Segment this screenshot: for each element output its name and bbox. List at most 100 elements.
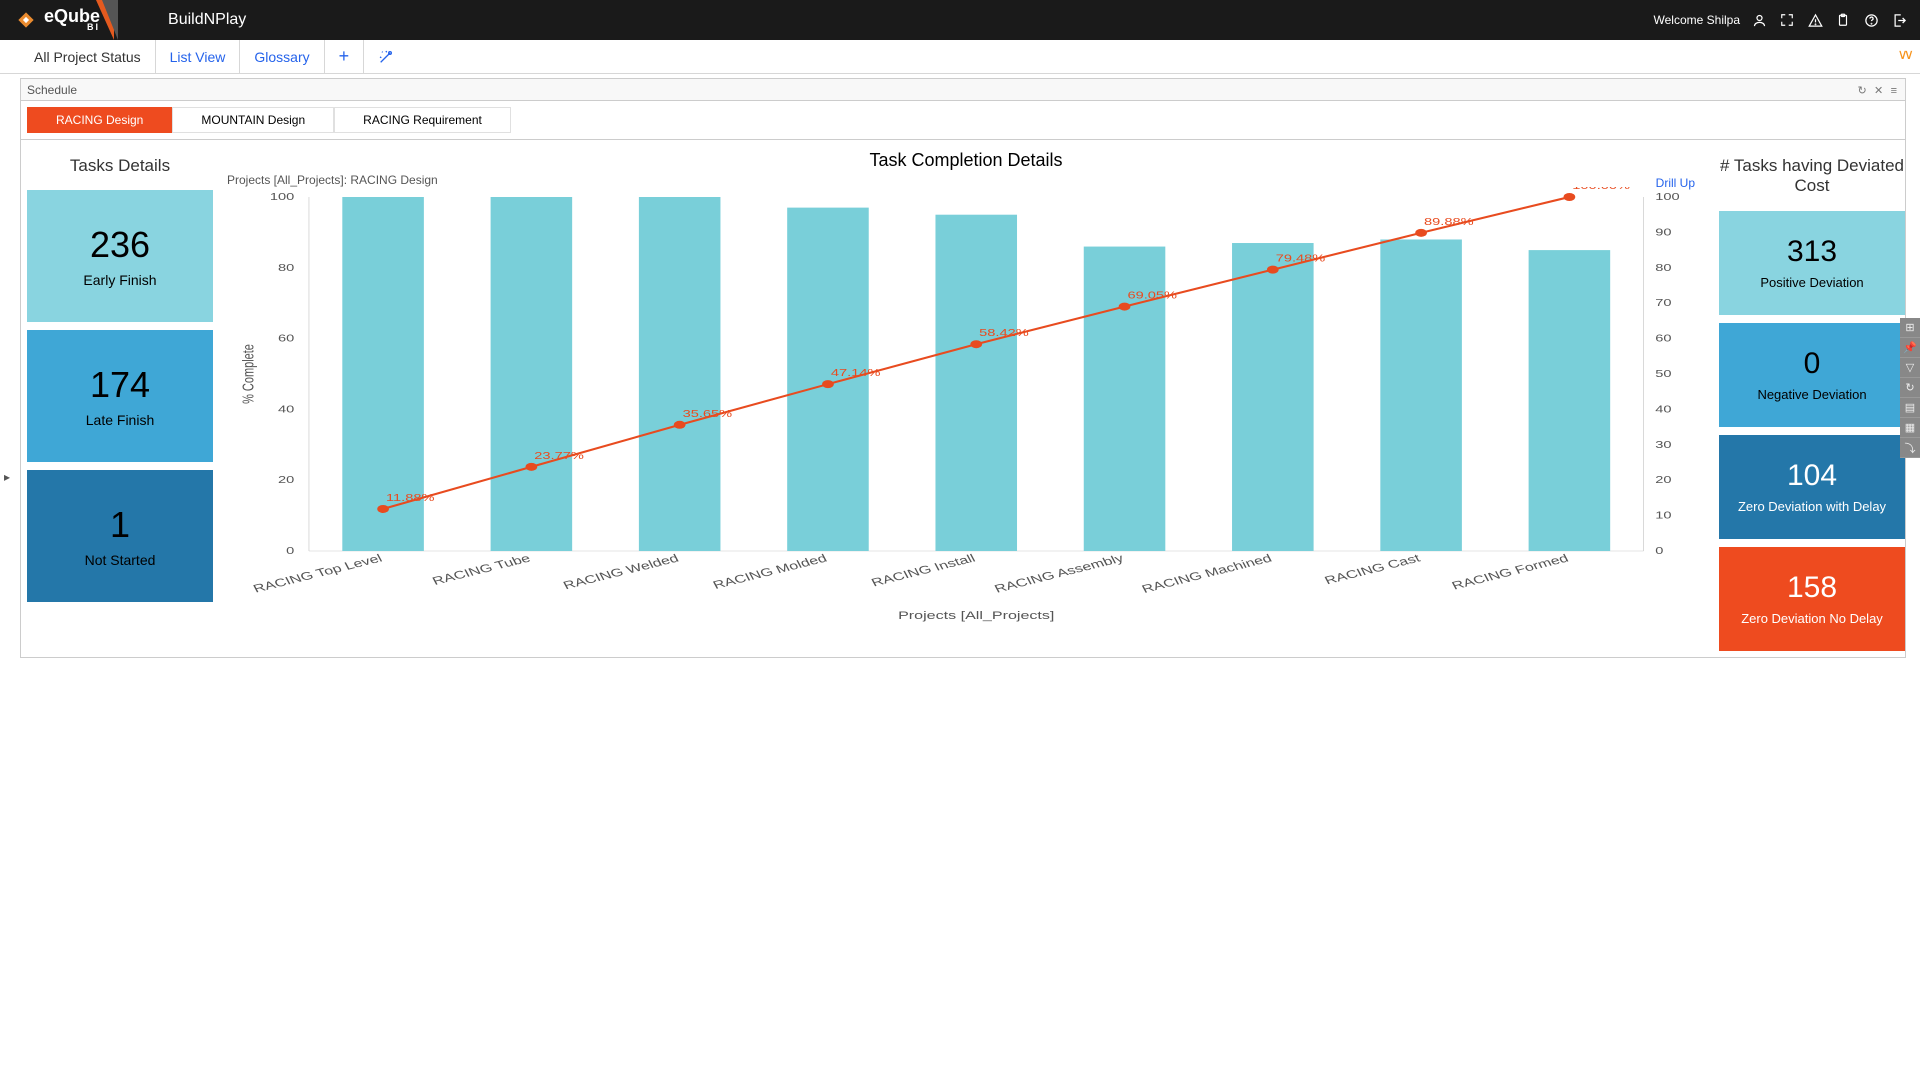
kpi-value: 0 <box>1804 347 1821 381</box>
welcome-text: Welcome Shilpa <box>1654 13 1740 27</box>
deviated-cost-column: # Tasks having Deviated Cost 313 Positiv… <box>1719 146 1905 651</box>
kpi-value: 158 <box>1787 571 1837 605</box>
svg-text:RACING Cast: RACING Cast <box>1322 552 1422 587</box>
tasks-details-title: Tasks Details <box>27 146 213 182</box>
kpi-value: 104 <box>1787 459 1837 493</box>
menu-icon[interactable]: ≡ <box>1891 85 1897 97</box>
kpi-label: Positive Deviation <box>1760 275 1863 290</box>
content-row: Tasks Details 236 Early Finish 174 Late … <box>21 140 1905 657</box>
logout-icon[interactable] <box>1890 11 1908 29</box>
logo-text: eQube BI <box>44 9 100 31</box>
kpi-value: 236 <box>90 224 150 266</box>
kpi-early-finish[interactable]: 236 Early Finish <box>27 190 213 322</box>
kpi-label: Late Finish <box>86 412 154 428</box>
svg-text:30: 30 <box>1655 439 1671 450</box>
header-triangle-grey <box>102 0 118 40</box>
pill-racing-design[interactable]: RACING Design <box>27 107 172 133</box>
alert-icon[interactable] <box>1806 11 1824 29</box>
side-pin-icon[interactable]: 📌 <box>1900 338 1920 358</box>
svg-text:% Complete: % Complete <box>239 344 257 404</box>
close-icon[interactable]: ✕ <box>1874 85 1883 97</box>
svg-text:100.00%: 100.00% <box>1572 187 1630 191</box>
svg-text:RACING Welded: RACING Welded <box>561 552 681 592</box>
task-completion-panel: Task Completion Details Projects [All_Pr… <box>219 146 1713 651</box>
svg-text:50: 50 <box>1655 368 1671 379</box>
kpi-positive-deviation[interactable]: 313 Positive Deviation <box>1719 211 1905 315</box>
chart-subtitle: Projects [All_Projects]: RACING Design <box>227 173 1705 187</box>
kpi-zero-deviation-no-delay[interactable]: 158 Zero Deviation No Delay <box>1719 547 1905 651</box>
clipboard-icon[interactable] <box>1834 11 1852 29</box>
app-name: BuildNPlay <box>168 11 246 29</box>
logo: eQube BI <box>12 6 100 34</box>
panel-tool-icons: ↻ ✕ ≡ <box>1855 83 1899 97</box>
kpi-negative-deviation[interactable]: 0 Negative Deviation <box>1719 323 1905 427</box>
side-filter-icon[interactable]: ▽ <box>1900 358 1920 378</box>
svg-text:23.77%: 23.77% <box>534 450 584 461</box>
svg-text:RACING Assembly: RACING Assembly <box>992 552 1126 595</box>
svg-text:89.88%: 89.88% <box>1424 216 1474 227</box>
chart-svg: 0204060801000102030405060708090100% Comp… <box>227 187 1705 625</box>
pill-mountain-design[interactable]: MOUNTAIN Design <box>172 107 334 133</box>
svg-text:70: 70 <box>1655 297 1671 308</box>
refresh-icon[interactable]: ↻ <box>1857 85 1866 97</box>
tab-add[interactable]: + <box>325 40 365 74</box>
kpi-label: Early Finish <box>83 272 156 288</box>
svg-text:0: 0 <box>1655 545 1663 556</box>
svg-text:RACING Top Level: RACING Top Level <box>251 552 384 595</box>
side-toolbar: ⊞ 📌 ▽ ↻ ▤ ▦ ⤵ <box>1900 318 1920 458</box>
svg-text:100: 100 <box>1655 191 1679 202</box>
svg-text:100: 100 <box>270 191 294 202</box>
user-icon[interactable] <box>1750 11 1768 29</box>
kpi-label: Zero Deviation No Delay <box>1741 611 1883 626</box>
tabstrip: All Project Status List View Glossary + … <box>0 40 1920 74</box>
svg-text:80: 80 <box>1655 262 1671 273</box>
svg-text:60: 60 <box>1655 333 1671 344</box>
svg-text:60: 60 <box>278 333 294 344</box>
design-pill-row: RACING Design MOUNTAIN Design RACING Req… <box>21 101 1905 140</box>
tab-wand-icon[interactable] <box>364 40 408 74</box>
kpi-zero-deviation-delay[interactable]: 104 Zero Deviation with Delay <box>1719 435 1905 539</box>
kpi-label: Not Started <box>85 552 156 568</box>
side-refresh-icon[interactable]: ↻ <box>1900 378 1920 398</box>
svg-text:RACING Tube: RACING Tube <box>430 552 533 587</box>
chart-canvas: 0204060801000102030405060708090100% Comp… <box>227 187 1705 625</box>
svg-text:RACING Machined: RACING Machined <box>1140 552 1274 595</box>
collapse-chevron-icon[interactable]: ∨∨ <box>1898 46 1911 63</box>
svg-text:11.88%: 11.88% <box>386 492 434 503</box>
svg-text:79.48%: 79.48% <box>1276 253 1326 264</box>
svg-text:47.14%: 47.14% <box>831 367 881 378</box>
dashboard-panel: Schedule ↻ ✕ ≡ RACING Design MOUNTAIN De… <box>20 78 1906 658</box>
tab-list-view[interactable]: List View <box>156 40 241 74</box>
fullscreen-icon[interactable] <box>1778 11 1796 29</box>
schedule-title: Schedule <box>27 83 77 97</box>
svg-text:RACING Molded: RACING Molded <box>711 552 829 591</box>
kpi-late-finish[interactable]: 174 Late Finish <box>27 330 213 462</box>
side-layout2-icon[interactable]: ▦ <box>1900 418 1920 438</box>
side-layout1-icon[interactable]: ▤ <box>1900 398 1920 418</box>
topbar: eQube BI BuildNPlay Welcome Shilpa <box>0 0 1920 40</box>
help-icon[interactable] <box>1862 11 1880 29</box>
logo-icon <box>12 6 40 34</box>
svg-text:69.05%: 69.05% <box>1127 290 1177 301</box>
svg-text:80: 80 <box>278 262 294 273</box>
kpi-not-started[interactable]: 1 Not Started <box>27 470 213 602</box>
svg-text:40: 40 <box>278 404 294 415</box>
chart-title: Task Completion Details <box>227 150 1705 171</box>
tab-glossary[interactable]: Glossary <box>240 40 324 74</box>
svg-text:20: 20 <box>1655 474 1671 485</box>
svg-text:0: 0 <box>286 545 294 556</box>
kpi-value: 174 <box>90 364 150 406</box>
header-icons <box>1750 11 1908 29</box>
side-grid-icon[interactable]: ⊞ <box>1900 318 1920 338</box>
expand-left-icon[interactable]: ▸ <box>4 470 10 484</box>
svg-text:20: 20 <box>278 474 294 485</box>
svg-text:RACING Formed: RACING Formed <box>1450 552 1571 592</box>
side-drilldown-icon[interactable]: ⤵ <box>1900 438 1920 458</box>
svg-text:40: 40 <box>1655 404 1671 415</box>
kpi-value: 1 <box>110 504 130 546</box>
tasks-details-column: Tasks Details 236 Early Finish 174 Late … <box>27 146 213 651</box>
svg-text:35.65%: 35.65% <box>683 408 733 419</box>
kpi-value: 313 <box>1787 235 1837 269</box>
tab-all-project-status[interactable]: All Project Status <box>20 40 156 74</box>
pill-racing-requirement[interactable]: RACING Requirement <box>334 107 511 133</box>
